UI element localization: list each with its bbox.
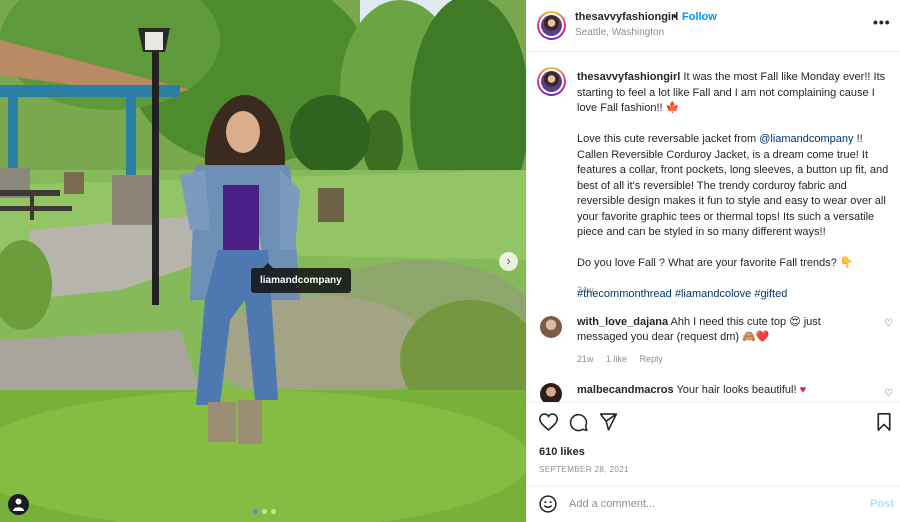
- comment-text: malbecandmacros Your hair looks beautifu…: [577, 383, 873, 398]
- comment-body-1: Ahh I need this cute top: [668, 316, 790, 328]
- caption-author-avatar[interactable]: [537, 67, 566, 96]
- post-photo[interactable]: liamandcompany ›: [0, 0, 526, 522]
- caption-text-2b: !! Callen Reversible Corduroy Jacket, is…: [577, 133, 889, 238]
- post-location[interactable]: Seattle, Washington: [575, 27, 664, 38]
- commenter-avatar[interactable]: [540, 383, 562, 402]
- carousel-indicator: [253, 509, 276, 514]
- red-heart-emoji: ❤️: [755, 331, 770, 343]
- post-details-pane: thesavvyfashiongirl • Follow Seattle, Wa…: [526, 0, 900, 522]
- author-username[interactable]: thesavvyfashiongirl: [575, 11, 678, 23]
- add-comment-bar: Add a comment... Post: [527, 485, 900, 522]
- carousel-dot-active: [253, 509, 258, 514]
- post-actions: 610 likes SEPTEMBER 28, 2021: [527, 402, 900, 484]
- comment-body-1: Your hair looks beautiful!: [673, 384, 800, 396]
- see-no-evil-emoji: 🙈: [742, 331, 756, 343]
- photo-user-tag[interactable]: liamandcompany: [251, 263, 351, 293]
- maple-leaf-emoji: 🍁: [665, 102, 680, 114]
- like-comment-heart-icon[interactable]: ♡: [884, 388, 893, 399]
- heart-icon[interactable]: [539, 413, 558, 431]
- comment-reply-button[interactable]: Reply: [640, 354, 663, 364]
- post-header: thesavvyfashiongirl • Follow Seattle, Wa…: [527, 0, 900, 52]
- post-comment-button[interactable]: Post: [870, 498, 894, 510]
- comments-list[interactable]: thesavvyfashiongirl It was the most Fall…: [527, 53, 900, 402]
- pointing-down-emoji: 👇: [839, 257, 854, 269]
- comment-username[interactable]: with_love_dajana: [577, 316, 668, 328]
- comment-icon[interactable]: [569, 413, 588, 432]
- red-heart-emoji: ♥: [799, 384, 807, 396]
- caption-text-3: Do you love Fall ? What are your favorit…: [577, 257, 840, 269]
- comment-text: with_love_dajana Ahh I need this cute to…: [577, 315, 873, 345]
- next-photo-chevron-icon[interactable]: ›: [499, 252, 518, 271]
- photo-scene: [0, 0, 526, 522]
- like-comment-heart-icon[interactable]: ♡: [884, 318, 893, 329]
- comment-timestamp[interactable]: 21w: [577, 354, 594, 364]
- commenter-avatar[interactable]: [540, 316, 562, 338]
- caption-text-2a: Love this cute reversable jacket from: [577, 133, 760, 145]
- caption-timestamp[interactable]: 24w: [577, 285, 594, 295]
- save-icon[interactable]: [876, 413, 892, 431]
- user-icon: [13, 498, 24, 511]
- share-icon[interactable]: [599, 413, 618, 431]
- carousel-dot: [262, 509, 267, 514]
- post-caption: thesavvyfashiongirl It was the most Fall…: [577, 70, 895, 318]
- comment-like-count[interactable]: 1 like: [606, 354, 627, 364]
- caption-mention-link[interactable]: @liamandcompany: [759, 133, 853, 145]
- post-date[interactable]: SEPTEMBER 28, 2021: [539, 465, 629, 474]
- heart-eyes-emoji: 😍: [789, 316, 801, 328]
- comment-input[interactable]: Add a comment...: [569, 498, 655, 510]
- follow-button[interactable]: Follow: [682, 11, 717, 23]
- tagged-users-button[interactable]: [8, 494, 29, 515]
- like-count[interactable]: 610 likes: [539, 446, 585, 458]
- emoji-icon[interactable]: [539, 495, 557, 513]
- caption-username[interactable]: thesavvyfashiongirl: [577, 71, 680, 83]
- comment-meta: 21w 1 like Reply: [577, 354, 673, 364]
- caption-hashtags[interactable]: #thecommonthread #liamandcolove #gifted: [577, 287, 895, 303]
- author-avatar[interactable]: [537, 11, 566, 40]
- comment-username[interactable]: malbecandmacros: [577, 384, 674, 396]
- more-options-icon[interactable]: •••: [873, 14, 891, 30]
- header-separator: •: [673, 11, 677, 23]
- carousel-dot: [271, 509, 276, 514]
